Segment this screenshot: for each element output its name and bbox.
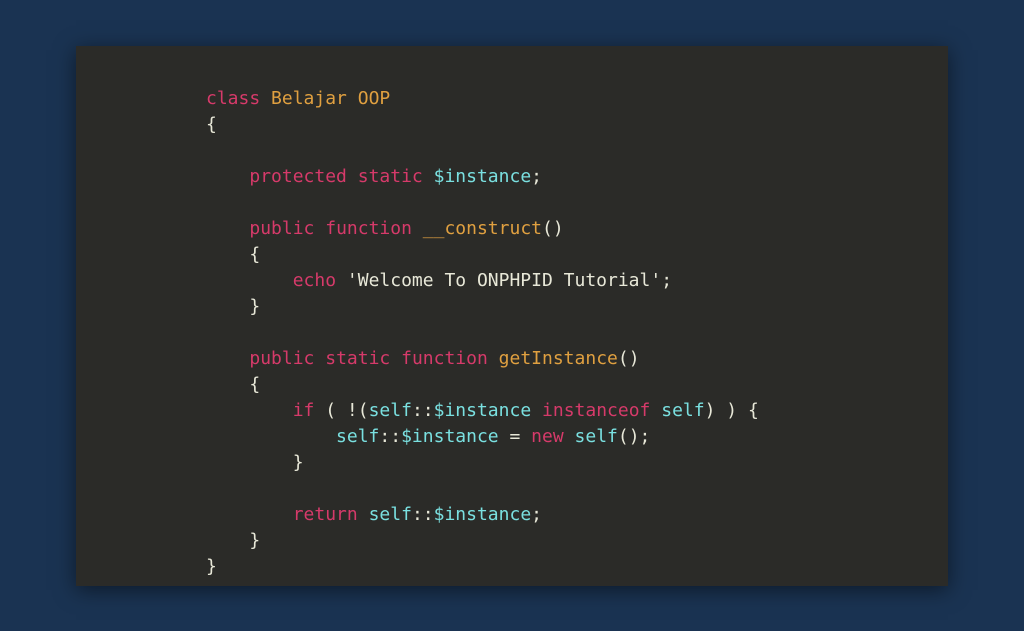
- scope-op: ::: [412, 400, 434, 421]
- code-line-6: public function __construct(): [206, 216, 948, 242]
- keyword-instanceof: instanceof: [542, 400, 650, 421]
- semicolon: ;: [531, 166, 542, 187]
- code-line-12: {: [206, 372, 948, 398]
- string-literal: 'Welcome To ONPHPID Tutorial': [347, 270, 661, 291]
- keyword-if: if: [293, 400, 315, 421]
- class-name: Belajar OOP: [271, 88, 390, 109]
- scope-op: ::: [379, 426, 401, 447]
- code-line-5: [206, 190, 948, 216]
- keyword-class: class: [206, 88, 260, 109]
- brace-close: }: [206, 556, 217, 577]
- tail: ();: [618, 426, 651, 447]
- keyword-protected: protected: [249, 166, 347, 187]
- code-line-1: class Belajar OOP: [206, 86, 948, 112]
- method-getinstance: getInstance: [499, 348, 618, 369]
- keyword-public: public: [249, 348, 314, 369]
- keyword-new: new: [531, 426, 564, 447]
- code-line-2: {: [206, 112, 948, 138]
- code-line-19: }: [206, 554, 948, 580]
- code-line-7: {: [206, 242, 948, 268]
- keyword-echo: echo: [293, 270, 336, 291]
- code-line-10: [206, 320, 948, 346]
- brace-open: {: [249, 244, 260, 265]
- brace-open: {: [206, 114, 217, 135]
- parens: (): [618, 348, 640, 369]
- brace-open: {: [249, 374, 260, 395]
- code-line-4: protected static $instance;: [206, 164, 948, 190]
- scope-op: ::: [412, 504, 434, 525]
- code-line-18: }: [206, 528, 948, 554]
- brace-close: }: [249, 296, 260, 317]
- keyword-static: static: [325, 348, 390, 369]
- self-ref: self: [336, 426, 379, 447]
- code-line-15: }: [206, 450, 948, 476]
- code-line-3: [206, 138, 948, 164]
- keyword-static: static: [358, 166, 423, 187]
- code-line-17: return self::$instance;: [206, 502, 948, 528]
- parens: (): [542, 218, 564, 239]
- self-ref: self: [575, 426, 618, 447]
- code-line-13: if ( !(self::$instance instanceof self) …: [206, 398, 948, 424]
- code-line-16: [206, 476, 948, 502]
- var-instance: $instance: [434, 504, 532, 525]
- keyword-return: return: [293, 504, 358, 525]
- method-construct: __construct: [423, 218, 542, 239]
- code-line-9: }: [206, 294, 948, 320]
- var-instance: $instance: [434, 166, 532, 187]
- code-line-14: self::$instance = new self();: [206, 424, 948, 450]
- if-open: ( !(: [314, 400, 368, 421]
- equals: =: [499, 426, 532, 447]
- brace-close: }: [293, 452, 304, 473]
- self-ref: self: [661, 400, 704, 421]
- self-ref: self: [369, 504, 412, 525]
- semicolon: ;: [531, 504, 542, 525]
- brace-close: }: [249, 530, 260, 551]
- code-panel: class Belajar OOP { protected static $in…: [76, 46, 948, 586]
- code-line-8: echo 'Welcome To ONPHPID Tutorial';: [206, 268, 948, 294]
- var-instance: $instance: [434, 400, 532, 421]
- semicolon: ;: [661, 270, 672, 291]
- keyword-public: public: [249, 218, 314, 239]
- self-ref: self: [369, 400, 412, 421]
- code-line-11: public static function getInstance(): [206, 346, 948, 372]
- var-instance: $instance: [401, 426, 499, 447]
- keyword-function: function: [401, 348, 488, 369]
- keyword-function: function: [325, 218, 412, 239]
- if-close: ) ) {: [705, 400, 759, 421]
